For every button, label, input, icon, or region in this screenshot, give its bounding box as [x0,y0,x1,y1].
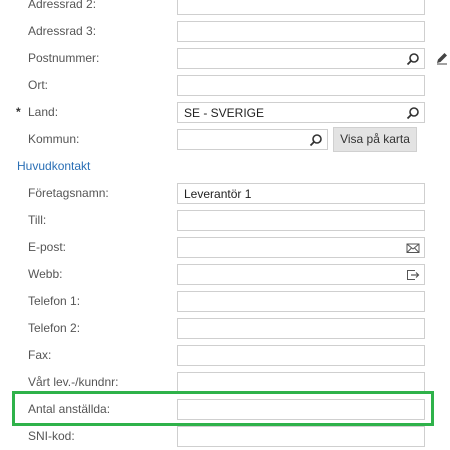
adressrad2-row: Adressrad 2: [0,0,450,18]
till-row: Till: [0,207,450,234]
adressrad3-label: Adressrad 3: [28,24,97,38]
search-icon[interactable] [309,133,323,147]
telefon2-label: Telefon 2: [28,321,81,335]
land-input[interactable]: SE - SVERIGE [177,102,425,123]
telefon1-input[interactable] [177,291,425,312]
webb-row: Webb: [0,261,450,288]
kommun-label: Kommun: [28,132,80,146]
telefon1-label: Telefon 1: [28,294,81,308]
vart-lev-kundnr-row: Vårt lev.-/kundnr: [0,369,450,396]
foretagsnamn-label: Företagsnamn: [28,186,109,200]
sni-kod-input[interactable] [177,426,425,447]
adressrad3-input[interactable] [177,21,425,42]
epost-input[interactable] [177,237,425,258]
land-label: Land: [28,105,59,119]
section-title-huvudkontakt: Huvudkontakt [17,159,91,173]
sni-kod-label: SNI-kod: [28,429,75,443]
kommun-input[interactable] [177,129,328,150]
pencil-icon[interactable] [435,51,449,65]
postnummer-row: Postnummer: [0,45,450,72]
search-icon[interactable] [406,52,420,66]
adressrad3-row: Adressrad 3: [0,18,450,45]
vart-lev-kundnr-label: Vårt lev.-/kundnr: [28,375,119,389]
postnummer-label: Postnummer: [28,51,100,65]
search-icon[interactable] [406,106,420,120]
ort-input[interactable] [177,75,425,96]
webb-label: Webb: [28,267,63,281]
foretagsnamn-input[interactable]: Leverantör 1 [177,183,425,204]
webb-input[interactable] [177,264,425,285]
vart-lev-kundnr-input[interactable] [177,372,425,393]
section-header-row: Huvudkontakt [0,153,450,180]
fax-input[interactable] [177,345,425,366]
show-on-map-button[interactable]: Visa på karta [333,127,417,152]
required-marker: * [16,105,21,119]
adressrad2-label: Adressrad 2: [28,0,97,11]
ort-row: Ort: [0,72,450,99]
antal-anstallda-row: Antal anställda: [0,396,450,423]
telefon2-row: Telefon 2: [0,315,450,342]
till-input[interactable] [177,210,425,231]
ort-label: Ort: [28,78,48,92]
foretagsnamn-row: Företagsnamn: Leverantör 1 [0,180,450,207]
adressrad2-input[interactable] [177,0,425,15]
land-row: * Land: SE - SVERIGE [0,99,450,126]
sni-kod-row: SNI-kod: [0,423,450,450]
envelope-icon[interactable] [406,241,420,255]
open-link-icon[interactable] [406,268,420,282]
postnummer-input[interactable] [177,48,425,69]
till-label: Till: [28,213,47,227]
telefon2-input[interactable] [177,318,425,339]
antal-anstallda-input[interactable] [177,399,425,420]
kommun-row: Kommun: Visa på karta [0,126,450,153]
epost-row: E-post: [0,234,450,261]
epost-label: E-post: [28,240,67,254]
fax-label: Fax: [28,348,52,362]
telefon1-row: Telefon 1: [0,288,450,315]
antal-anstallda-label: Antal anställda: [28,402,111,416]
fax-row: Fax: [0,342,450,369]
